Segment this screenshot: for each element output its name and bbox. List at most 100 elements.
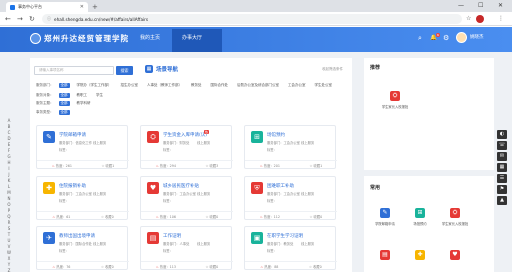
site-info-icon[interactable]: ⓘ <box>47 16 51 22</box>
service-online: 线上服务 <box>301 241 314 246</box>
common-item-icon[interactable]: ♥ <box>450 250 460 260</box>
service-title[interactable]: 教师出国出境申请 <box>59 233 95 239</box>
service-card[interactable]: ✎ 学院邮箱申请 服务部门：信息化工作 线上服务 标签： ♨ 热度：261 ☆ 收藏1 <box>36 125 129 169</box>
profile-avatar-icon[interactable] <box>476 15 484 23</box>
service-title[interactable]: 学生资金入库申请(认) <box>163 132 207 138</box>
service-card[interactable]: ♥ 城乡居民医疗补贴 服务部门：工会办公室 线上服务 标签： ♨ 热度：106 ☆ 收藏0 <box>140 176 233 220</box>
service-dept: 服务部门：工会办公室 <box>59 191 92 196</box>
service-card[interactable]: ⛭ 学生资金入库申请(认) 热服务部门：财务处 线上服务 标签： ♨ 热度：294 ☆ 收藏… <box>140 125 233 169</box>
dept-value: 工会办公室 <box>179 192 196 196</box>
common-item-icon[interactable]: ⊞ <box>415 208 425 218</box>
fav-count[interactable]: ☆ 收藏0 <box>101 214 114 219</box>
service-card[interactable]: ⊞ 场馆预约 服务部门：工会办公室 线上服务 标签： ♨ 热度：201 ☆ 收藏1 <box>244 125 337 169</box>
filter-option[interactable]: 工会办公室 <box>286 83 308 88</box>
fav-count[interactable]: ☆ 收藏0 <box>310 214 323 219</box>
nav-affairs-hall[interactable]: 办事大厅 <box>182 34 202 42</box>
filter-option[interactable]: 全部 <box>58 83 70 88</box>
url-text[interactable]: ehall.shengda.edu.cn/new/#/affairs/allAf… <box>54 17 148 22</box>
service-tag: 标签： <box>163 249 173 253</box>
site-logo[interactable]: 郑州升达经贸管理学院 <box>30 33 129 44</box>
filter-option[interactable]: 教学科研 <box>75 101 93 106</box>
fav-label: 收藏 <box>104 215 112 219</box>
maximize-icon[interactable]: ☐ <box>478 1 483 10</box>
dept-label: 服务部门： <box>163 141 180 145</box>
scene-nav-link[interactable]: ▦ 场景导航 <box>145 65 178 73</box>
service-card[interactable]: ✚ 住院报销补助 服务部门：工会办公室 线上服务 标签： ♨ 热度：61 ☆ 收藏0 <box>36 176 129 220</box>
minimize-icon[interactable]: — <box>458 1 464 10</box>
service-title[interactable]: 场馆预约 <box>267 132 285 138</box>
nav-my-home[interactable]: 我的主页 <box>140 34 160 42</box>
filter-option[interactable]: 全部 <box>58 101 70 106</box>
filter-option[interactable]: 国际合作处 <box>209 83 231 88</box>
back-icon[interactable]: ← <box>5 14 11 24</box>
common-item-icon[interactable]: ✚ <box>415 250 425 260</box>
recommend-item-icon[interactable]: ⛭ <box>390 91 400 101</box>
filter-option[interactable]: 后勤办公室及综合部门公室 <box>235 83 281 88</box>
service-title[interactable]: 学院邮箱申请 <box>59 132 86 138</box>
common-item-label[interactable]: 学院邮箱申请 <box>368 221 402 226</box>
float-tool-icon[interactable]: ▲ <box>497 196 507 205</box>
browser-menu-icon[interactable]: ⋮ <box>498 14 504 24</box>
collapse-filters-link[interactable]: 收起筛选条件 <box>322 67 343 72</box>
search-icon[interactable]: ⌕ <box>418 34 422 42</box>
filter-option[interactable]: 招生办公室 <box>119 83 141 88</box>
close-tab-icon[interactable]: ✕ <box>80 4 84 10</box>
user-name[interactable]: 姚晓杰 <box>470 34 484 42</box>
fav-count[interactable]: ☆ 收藏1 <box>102 163 115 168</box>
service-icon: ⊞ <box>251 131 263 143</box>
common-item-icon[interactable]: ▤ <box>380 250 390 260</box>
search-button[interactable]: 搜索 <box>116 66 133 75</box>
float-tool-icon[interactable]: ◐ <box>497 130 507 139</box>
reload-icon[interactable]: ↻ <box>29 14 35 24</box>
service-card[interactable]: ▣ 在职学生学习证明 服务部门：教务处 线上服务 标签： ♨ 热度：88 ☆ 收藏0 <box>244 226 337 270</box>
filter-option[interactable]: 全部 <box>58 110 70 115</box>
common-item-label[interactable]: 场馆预约 <box>403 221 437 226</box>
common-item-icon[interactable]: ⛭ <box>450 208 460 218</box>
settings-icon[interactable]: ⚙ <box>443 34 449 42</box>
new-tab-icon[interactable]: + <box>92 3 98 11</box>
common-item-label[interactable]: 学生家长入校报批 <box>438 221 472 226</box>
fav-count[interactable]: ☆ 收藏0 <box>206 214 219 219</box>
filter-option[interactable]: 教职工 <box>75 93 90 98</box>
service-title[interactable]: 城乡居民医疗补贴 <box>163 183 199 189</box>
float-tool-icon[interactable]: ☰ <box>497 174 507 183</box>
dept-value: 工会办公室 <box>283 192 300 196</box>
hot-value: 112 <box>273 215 280 219</box>
alphabet-letter[interactable]: Z <box>4 268 14 272</box>
service-card[interactable]: ▤ 工作证明 服务部门：人事处 线上服务 标签： ♨ 热度：113 ☆ 收藏0 <box>140 226 233 270</box>
fav-count[interactable]: ☆ 收藏1 <box>310 163 323 168</box>
search-input[interactable]: 请输入事项名称 <box>34 66 114 75</box>
fav-count[interactable]: ☆ 收藏0 <box>101 264 114 269</box>
fav-value: 0 <box>111 265 114 269</box>
user-avatar[interactable] <box>456 32 467 43</box>
filter-option[interactable]: 人事处（教师工作部） <box>145 83 184 88</box>
bookmark-star-icon[interactable]: ☆ <box>466 14 471 24</box>
forward-icon[interactable]: → <box>17 14 23 24</box>
fav-count[interactable]: ☆ 收藏0 <box>309 264 322 269</box>
float-tool-icon[interactable]: ✉ <box>497 152 507 161</box>
common-item-icon[interactable]: ✎ <box>380 208 390 218</box>
recommend-item-label[interactable]: 学生家长入校报批 <box>374 104 416 109</box>
filter-label: 服务主题： <box>36 101 54 105</box>
filter-option[interactable]: 教务处 <box>189 83 204 88</box>
float-tool-icon[interactable]: ☏ <box>497 141 507 150</box>
service-title[interactable]: 在职学生学习证明 <box>267 233 303 239</box>
service-title[interactable]: 工作证明 <box>163 233 181 239</box>
filter-option[interactable]: 学生处公室 <box>313 83 335 88</box>
filter-option[interactable]: 学生 <box>94 93 105 98</box>
service-card[interactable]: ✈ 教师出国出境申请 服务部门：国际合作处 线上服务 标签： ♨ 热度：76 ☆ 收藏0 <box>36 226 129 270</box>
filter-option[interactable]: 学院办（学生工作部） <box>75 83 114 88</box>
service-title[interactable]: 住院报销补助 <box>59 183 86 189</box>
fav-count[interactable]: ☆ 收藏3 <box>206 163 219 168</box>
service-online: 线上服务 <box>197 191 210 196</box>
close-window-icon[interactable]: ✕ <box>498 1 503 10</box>
service-dept: 服务部门：工会办公室 <box>267 191 300 196</box>
float-tool-icon[interactable]: ▦ <box>497 163 507 172</box>
filter-option[interactable]: 全部 <box>58 93 70 98</box>
fav-count[interactable]: ☆ 收藏0 <box>206 264 219 269</box>
float-tool-icon[interactable]: ⚑ <box>497 185 507 194</box>
service-title[interactable]: 困难职工补助 <box>267 183 294 189</box>
address-bar[interactable]: ⓘ ehall.shengda.edu.cn/new/#/affairs/all… <box>42 14 462 24</box>
browser-tab[interactable]: 事务中心平台 ✕ <box>6 2 88 12</box>
service-card[interactable]: ⛨ 困难职工补助 服务部门：工会办公室 线上服务 标签： ♨ 热度：112 ☆ 收藏0 <box>244 176 337 220</box>
